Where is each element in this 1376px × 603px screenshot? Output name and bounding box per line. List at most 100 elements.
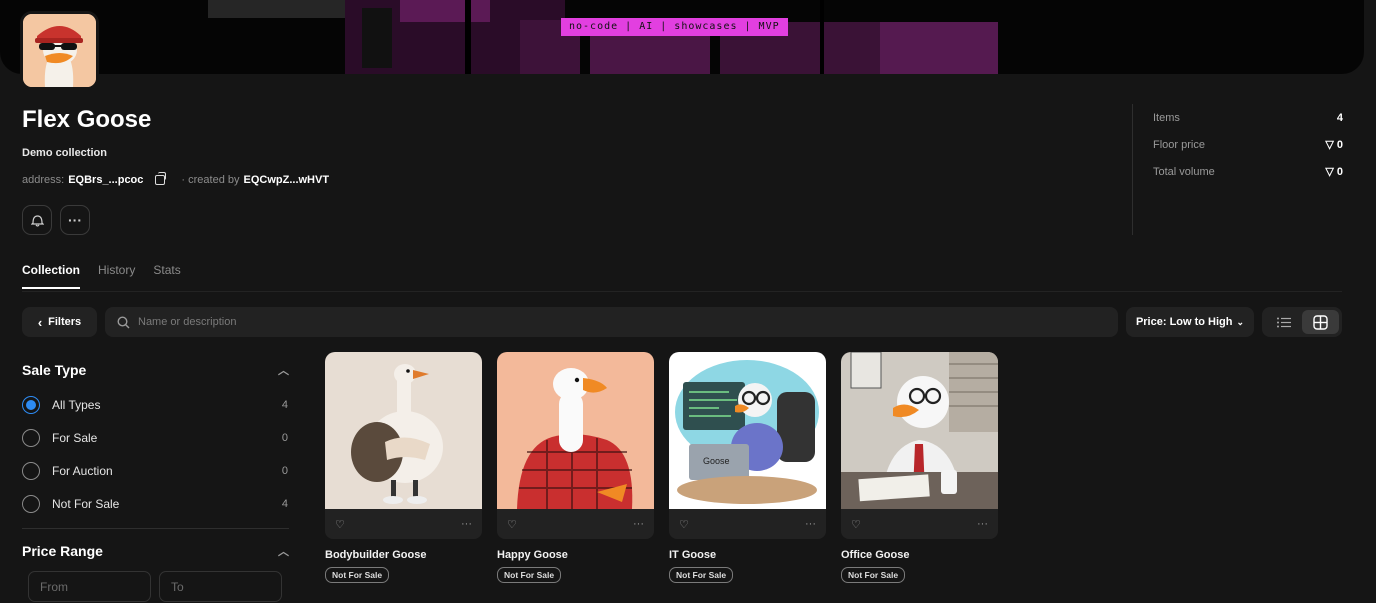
status-badge: Not For Sale — [841, 567, 906, 583]
search-icon — [117, 315, 130, 328]
creator-address[interactable]: EQCwpZ...wHVT — [244, 174, 330, 186]
ellipsis-icon[interactable]: ··· — [461, 518, 472, 530]
sale-type-option-for-auction[interactable]: For Auction 0 — [22, 454, 289, 487]
status-badge: Not For Sale — [669, 567, 734, 583]
tab-history[interactable]: History — [98, 263, 135, 289]
radio-button[interactable] — [22, 428, 40, 447]
card-actions: ♡ ··· — [841, 509, 998, 539]
option-count: 4 — [281, 398, 288, 411]
banner-tag: no-code | AI | showcases | MVP — [561, 18, 788, 36]
ton-icon: ▽ — [1325, 166, 1337, 178]
created-by-label: · created by — [181, 174, 240, 186]
heart-icon[interactable]: ♡ — [335, 518, 345, 531]
ellipsis-icon: ··· — [68, 212, 82, 228]
price-range-inputs — [22, 571, 289, 602]
nft-name[interactable]: Bodybuilder Goose — [325, 549, 482, 561]
status-badge: Not For Sale — [497, 567, 562, 583]
list-view-button[interactable] — [1265, 310, 1302, 334]
ellipsis-icon[interactable]: ··· — [633, 518, 644, 530]
sale-type-title: Sale Type — [22, 362, 87, 378]
sale-type-header[interactable]: Sale Type ︿ — [22, 358, 289, 382]
stat-floor-price: Floor price ▽ 0 — [1153, 131, 1343, 158]
nft-name[interactable]: Office Goose — [841, 549, 998, 561]
nft-card[interactable]: ♡ ··· Office Goose Not For Sale — [841, 352, 998, 583]
heart-icon[interactable]: ♡ — [851, 518, 861, 531]
price-range-header[interactable]: Price Range ︿ — [22, 539, 289, 563]
stat-value: 4 — [1336, 111, 1343, 124]
radio-button[interactable] — [22, 494, 40, 513]
nft-name[interactable]: Happy Goose — [497, 549, 654, 561]
stat-value: 0 — [1336, 139, 1343, 151]
stat-label: Items — [1153, 111, 1180, 124]
search-input[interactable]: Name or description — [105, 307, 1118, 337]
price-to-input[interactable] — [159, 571, 282, 602]
collection-stats: Items 4 Floor price ▽ 0 Total volume ▽ 0 — [1132, 104, 1344, 235]
grid-view-button[interactable] — [1302, 310, 1339, 334]
nft-image[interactable] — [497, 352, 654, 509]
card-actions: ♡ ··· — [325, 509, 482, 539]
filters-button[interactable]: ‹ Filters — [22, 307, 97, 337]
stat-value: 0 — [1336, 166, 1343, 178]
search-placeholder: Name or description — [138, 316, 237, 328]
nft-card[interactable]: Goose ♡ ··· IT Goose Not For Sale — [669, 352, 826, 583]
list-icon — [1276, 317, 1291, 327]
sale-type-option-not-for-sale[interactable]: Not For Sale 4 — [22, 487, 289, 520]
stat-value-wrap: ▽ 0 — [1325, 165, 1343, 178]
collection-meta: address: EQBrs_...pcoc · created by EQCw… — [22, 172, 330, 186]
stat-total-volume: Total volume ▽ 0 — [1153, 158, 1343, 185]
card-actions: ♡ ··· — [497, 509, 654, 539]
option-label: For Sale — [52, 430, 98, 445]
chevron-up-icon: ︿ — [278, 546, 289, 558]
copy-icon[interactable] — [155, 172, 167, 185]
collection-avatar — [20, 11, 99, 90]
ellipsis-icon[interactable]: ··· — [805, 518, 816, 530]
nft-grid: ♡ ··· Bodybuilder Goose Not For Sale ♡ ·… — [325, 352, 998, 583]
stat-label: Total volume — [1153, 165, 1215, 178]
filter-sidebar: Sale Type ︿ All Types 4 For Sale 0 For A… — [22, 358, 289, 602]
nft-image[interactable] — [841, 352, 998, 509]
option-label: For Auction — [52, 463, 113, 478]
stat-label: Floor price — [1153, 138, 1205, 151]
nft-name[interactable]: IT Goose — [669, 549, 826, 561]
ellipsis-icon[interactable]: ··· — [977, 518, 988, 530]
filters-label: Filters — [48, 316, 82, 328]
svg-text:Goose: Goose — [703, 456, 730, 466]
chevron-down-icon: ⌄ — [1236, 316, 1245, 327]
view-toggle — [1262, 307, 1342, 337]
nft-image[interactable]: Goose — [669, 352, 826, 509]
tab-collection[interactable]: Collection — [22, 263, 81, 289]
option-label: Not For Sale — [52, 496, 120, 511]
nft-card[interactable]: ♡ ··· Bodybuilder Goose Not For Sale — [325, 352, 482, 583]
tab-stats[interactable]: Stats — [153, 263, 180, 289]
more-options-button[interactable]: ··· — [60, 205, 90, 235]
status-badge: Not For Sale — [325, 567, 390, 583]
collection-tabs: Collection History Stats — [22, 263, 181, 289]
nft-image[interactable] — [325, 352, 482, 509]
heart-icon[interactable]: ♡ — [679, 518, 689, 531]
sale-type-option-for-sale[interactable]: For Sale 0 — [22, 421, 289, 454]
grid-icon — [1313, 314, 1328, 330]
collection-subtitle: Demo collection — [22, 147, 107, 159]
collection-banner: no-code | AI | showcases | MVP — [0, 0, 1364, 74]
sort-dropdown[interactable]: Price: Low to High ⌄ — [1126, 307, 1254, 337]
sale-type-option-all[interactable]: All Types 4 — [22, 388, 289, 421]
radio-button[interactable] — [22, 395, 40, 414]
bell-icon — [30, 215, 44, 227]
option-count: 0 — [281, 464, 288, 477]
chevron-up-icon: ︿ — [278, 365, 289, 377]
card-actions: ♡ ··· — [669, 509, 826, 539]
option-label: All Types — [52, 397, 101, 412]
price-range-title: Price Range — [22, 543, 103, 559]
collection-address[interactable]: EQBrs_...pcoc — [68, 174, 143, 186]
sidebar-divider — [22, 528, 289, 529]
radio-button[interactable] — [22, 461, 40, 480]
option-count: 4 — [281, 497, 288, 510]
notification-bell-button[interactable] — [22, 205, 52, 235]
address-label: address: — [22, 174, 65, 186]
heart-icon[interactable]: ♡ — [507, 518, 517, 531]
collection-title: Flex Goose — [22, 106, 152, 133]
tabs-divider — [22, 291, 1342, 292]
price-from-input[interactable] — [28, 571, 151, 602]
sort-label: Price: Low to High — [1135, 316, 1233, 328]
nft-card[interactable]: ♡ ··· Happy Goose Not For Sale — [497, 352, 654, 583]
